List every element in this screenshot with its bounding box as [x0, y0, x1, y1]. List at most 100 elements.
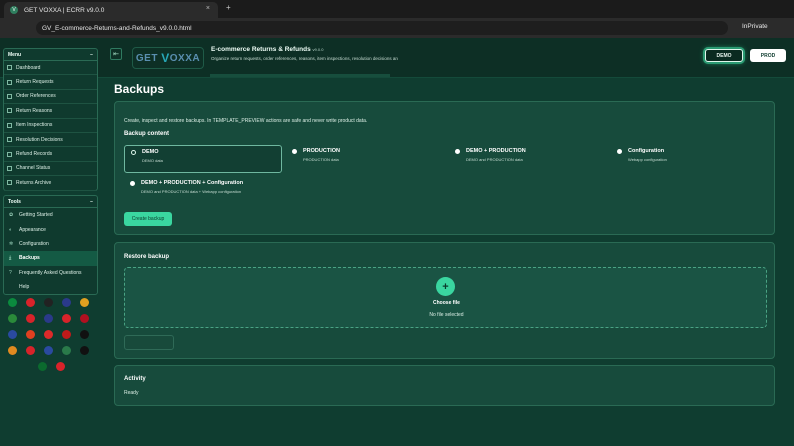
restore-button[interactable] [124, 335, 174, 350]
language-flag-icon[interactable] [44, 330, 53, 339]
new-tab-button[interactable]: + [226, 3, 231, 12]
language-flag-icon[interactable] [26, 298, 35, 307]
inprivate-label[interactable]: InPrivate [742, 23, 768, 30]
sidebar-item-label: Appearance [19, 226, 46, 233]
backup-option[interactable]: PRODUCTION PRODUCTION data [286, 145, 442, 173]
backup-content-title: Backup content [124, 131, 170, 137]
backup-option[interactable]: DEMO + PRODUCTION DEMO and PRODUCTION dat… [449, 145, 605, 173]
collapse-icon[interactable]: − [90, 199, 93, 205]
add-file-icon[interactable]: + [436, 277, 455, 296]
square-icon [7, 108, 12, 114]
radio-button[interactable] [131, 150, 136, 155]
sidebar-item-getting-started[interactable]: ✿ Getting Started [4, 208, 97, 222]
language-flag-icon[interactable] [38, 362, 47, 371]
language-flag-icon[interactable] [26, 346, 35, 355]
backup-option-label: Configuration [628, 148, 665, 154]
sidebar-item-order-references[interactable]: Order References [4, 90, 97, 105]
app-subtitle: Organize return requests, order referenc… [211, 56, 398, 61]
sidebar-item-channel-status[interactable]: Channel Status [4, 162, 97, 177]
language-flag-icon[interactable] [80, 298, 89, 307]
restore-title: Restore backup [124, 254, 170, 260]
sidebar-item-resolution-decisions[interactable]: Resolution Decisions [4, 133, 97, 148]
sidebar-item-label: Resolution Decisions [16, 136, 63, 143]
sidebar-item-label: Frequently Asked Questions [19, 269, 82, 276]
language-flag-icon[interactable] [8, 330, 17, 339]
square-icon [7, 137, 12, 143]
close-tab-icon[interactable]: × [206, 5, 210, 12]
language-flag-icon[interactable] [44, 298, 53, 307]
demo-mode-button[interactable]: DEMO [705, 49, 743, 62]
language-flag-icon[interactable] [8, 314, 17, 323]
logo: GET V OXXA [132, 47, 204, 69]
square-icon [7, 151, 12, 157]
language-flag-icon[interactable] [62, 346, 71, 355]
backup-option-label: DEMO [142, 149, 159, 155]
tool-icon: ✿ [9, 212, 14, 219]
sidebar-item-label: Channel Status [16, 165, 51, 172]
sidebar-item-refund-records[interactable]: Refund Records [4, 147, 97, 162]
sidebar-item-item-inspections[interactable]: Item Inspections [4, 119, 97, 133]
radio-button[interactable] [130, 181, 135, 186]
language-flag-icon[interactable] [8, 346, 17, 355]
sidebar-item-help[interactable]: Help [4, 280, 97, 294]
backup-option[interactable]: DEMO + PRODUCTION + Configuration DEMO an… [124, 177, 324, 205]
sidebar-item-label: Refund Records [16, 151, 53, 158]
sidebar-item-backups[interactable]: ⤓ Backups [4, 251, 97, 266]
sidebar-item-configuration[interactable]: ✲ Configuration [4, 237, 97, 251]
language-flag-icon[interactable] [44, 346, 53, 355]
language-flag-icon[interactable] [80, 314, 89, 323]
restore-card: Restore backup + Choose file No file sel… [114, 242, 775, 359]
language-flag-icon[interactable] [80, 330, 89, 339]
tools-panel-header[interactable]: Tools − [4, 196, 97, 208]
browser-tab[interactable]: V GET VOXXA | ECRR v9.0.0 × [4, 2, 218, 18]
language-flag-icon[interactable] [26, 330, 35, 339]
language-flag-icon[interactable] [62, 298, 71, 307]
menu-panel-header[interactable]: Menu − [4, 49, 97, 61]
create-backup-button[interactable]: Create backup [124, 212, 172, 226]
language-flag-icon[interactable] [62, 330, 71, 339]
sidebar-item-label: Getting Started [19, 212, 53, 219]
language-flag-icon[interactable] [56, 362, 65, 371]
favicon-icon: V [10, 6, 18, 14]
sidebar-item-label: Dashboard [16, 64, 41, 71]
sidebar-item-return-reasons[interactable]: Return Reasons [4, 104, 97, 119]
tool-icon: ◐ [9, 226, 13, 233]
sidebar-item-return-requests[interactable]: Return Requests [4, 75, 97, 90]
backup-option[interactable]: DEMO DEMO data [124, 145, 282, 173]
menu-panel: Menu − Dashboard Return Requests Order Ref… [3, 48, 98, 191]
backup-option[interactable]: Configuration Webapp configuration [611, 145, 767, 173]
collapse-icon[interactable]: − [90, 52, 93, 58]
sidebar-item-label: Return Requests [16, 79, 54, 86]
square-icon [7, 79, 12, 85]
backup-intro: Create, inspect and restore backups. In … [124, 118, 368, 124]
language-flag-icon[interactable] [44, 314, 53, 323]
backup-option-desc: DEMO and PRODUCTION data [466, 157, 523, 162]
file-dropzone[interactable]: + Choose file No file selected [124, 267, 767, 328]
prod-mode-button[interactable]: PROD [750, 49, 786, 62]
language-flag-icon[interactable] [62, 314, 71, 323]
header-divider [210, 74, 390, 77]
radio-button[interactable] [455, 149, 460, 154]
language-flags [8, 298, 96, 371]
tab-title: GET VOXXA | ECRR v9.0.0 [24, 6, 105, 14]
backup-option-label: DEMO + PRODUCTION + Configuration [141, 180, 244, 186]
language-flag-icon[interactable] [8, 298, 17, 307]
radio-button[interactable] [292, 149, 297, 154]
backup-option-label: DEMO + PRODUCTION [466, 148, 526, 154]
sidebar-item-returns-archive[interactable]: Returns Archive [4, 176, 97, 191]
sidebar-collapse-button[interactable]: ⇤ [110, 48, 122, 60]
tools-panel: Tools − ✿ Getting Started ◐ Appearance ✲ Conf… [3, 195, 98, 295]
sidebar-item-dashboard[interactable]: Dashboard [4, 61, 97, 76]
activity-title: Activity [124, 376, 146, 382]
address-bar[interactable]: GV_E-commerce-Returns-and-Refunds_v9.0.0… [36, 21, 728, 35]
choose-file-label[interactable]: Choose file [125, 300, 768, 306]
tool-icon: ⤓ [9, 255, 12, 262]
sidebar-item-label: Return Reasons [16, 107, 53, 114]
sidebar-item-frequently-asked-questions[interactable]: ? Frequently Asked Questions [4, 266, 97, 280]
language-flag-icon[interactable] [80, 346, 89, 355]
sidebar-item-appearance[interactable]: ◐ Appearance [4, 222, 97, 236]
radio-button[interactable] [617, 149, 622, 154]
tool-icon: ✲ [9, 240, 14, 247]
no-file-label: No file selected [429, 312, 464, 318]
language-flag-icon[interactable] [26, 314, 35, 323]
